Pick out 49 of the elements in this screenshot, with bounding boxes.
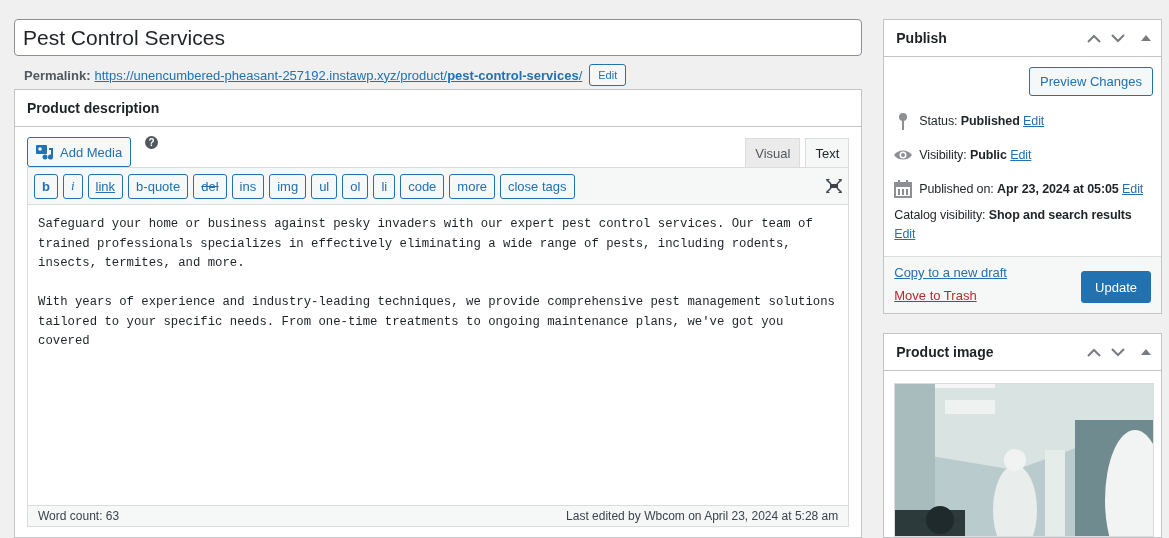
box-title: Product description (27, 100, 161, 116)
move-down-icon[interactable] (1111, 347, 1125, 357)
quicktag-button[interactable]: b (34, 173, 58, 199)
calendar-icon (894, 180, 913, 198)
quicktag-button[interactable]: more (449, 173, 495, 199)
collapse-icon[interactable] (1141, 35, 1151, 41)
preview-changes-button[interactable]: Preview Changes (1029, 67, 1153, 96)
add-media-button[interactable]: Add Media (27, 137, 132, 167)
quicktag-button[interactable]: ins (231, 173, 265, 199)
quicktag-button[interactable]: ul (311, 173, 338, 199)
quicktag-button[interactable]: close tags (500, 173, 575, 199)
word-count: Word count: 63 (38, 509, 120, 523)
collapse-icon[interactable] (1141, 349, 1151, 355)
paragraph: With years of experience and industry-leading techniques, we provide comprehensive pest management solutions tailored to your specific needs. From one-time treatments to ongoing maintenance plans, we've got you covered (38, 294, 836, 350)
edit-button[interactable]: Edit (589, 64, 627, 86)
box-title: Publish (896, 30, 948, 46)
edit-link[interactable]: Edit (894, 227, 916, 241)
permalink-link[interactable]: https://unencumbered-pheasant-257192.instawp.xyz/product/pest-control-services/ (94, 67, 583, 83)
editor-tab[interactable]: Text (805, 138, 850, 167)
move-up-icon[interactable] (1087, 347, 1101, 357)
editor-tab[interactable]: Visual (745, 138, 801, 167)
paragraph: Safeguard your home or business against pesky invaders with our expert pest control services. Our team of trained professionals specializes in effectively eliminating a wide range of pests, including rodents, insects, termites, and more. (38, 216, 814, 272)
fullscreen-icon[interactable] (826, 179, 843, 193)
quicktag-button[interactable]: link (87, 173, 124, 199)
publish-info: Catalog visibility: Shop and search results Edit (894, 207, 1133, 243)
box-title: Product image (896, 344, 995, 360)
last-edited: Last edited by Wbcom on April 23, 2024 at 5:28 am (566, 509, 839, 523)
quicktag-button[interactable]: b-quote (128, 173, 189, 199)
copy-draft-link[interactable]: Copy to a new draft (894, 265, 1007, 280)
permalink-label: Permalink: (24, 67, 91, 83)
quicktag-button[interactable]: li (373, 173, 396, 199)
media-icon (36, 144, 54, 160)
update-button[interactable]: Update (1081, 271, 1151, 303)
title-field[interactable]: Pest Control Services (14, 19, 863, 56)
quicktag-button[interactable]: img (269, 173, 307, 199)
move-down-icon[interactable] (1111, 33, 1125, 43)
publish-info: Status: Published Edit (919, 112, 1045, 130)
help-icon[interactable]: ? (145, 136, 159, 149)
move-up-icon[interactable] (1087, 33, 1101, 43)
edit-link[interactable]: Edit (1122, 181, 1144, 196)
publish-info: Published on: Apr 23, 2024 at 05:05 Edit (919, 180, 1144, 198)
edit-link[interactable]: Edit (1023, 113, 1045, 128)
quicktag-button[interactable]: code (400, 173, 445, 199)
quicktag-button[interactable]: i (62, 173, 83, 199)
quicktag-button[interactable]: ol (342, 173, 369, 199)
publish-info: Visibility: Public Edit (919, 146, 1032, 164)
edit-link[interactable]: Edit (1010, 147, 1032, 162)
trash-link[interactable]: Move to Trash (894, 288, 1007, 303)
quicktag-button[interactable]: del (193, 173, 227, 199)
